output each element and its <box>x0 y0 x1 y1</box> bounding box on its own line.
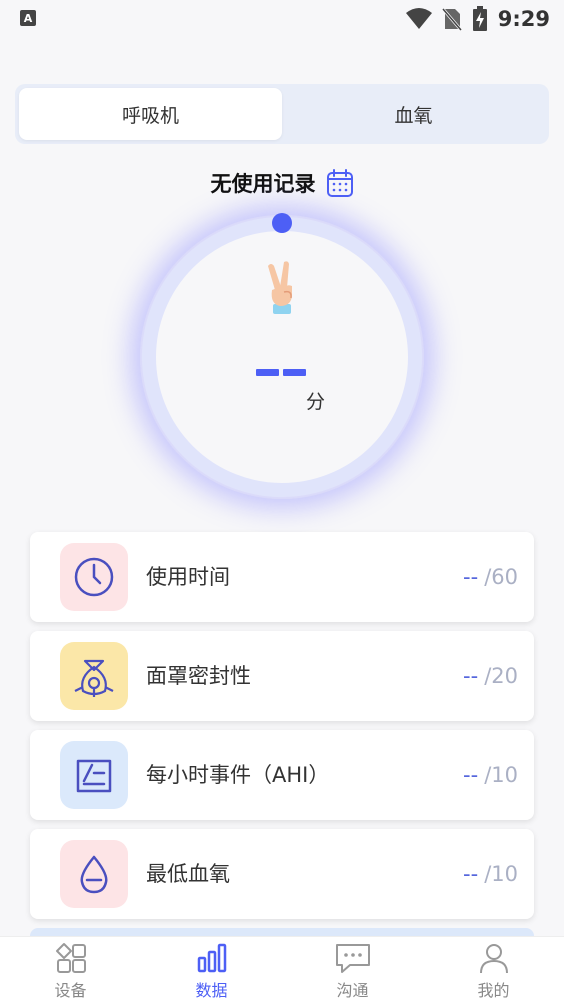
nav-item-profile[interactable]: 我的 <box>423 937 564 1002</box>
no-sim-icon <box>441 8 462 31</box>
metric-card-ahi[interactable]: 每小时事件（AHI） --/10 <box>30 730 534 820</box>
metric-label: 每小时事件（AHI） <box>146 763 330 787</box>
metric-card-mask-seal[interactable]: 面罩密封性 --/20 <box>30 631 534 721</box>
metric-card-usage-time[interactable]: 使用时间 --/60 <box>30 532 534 622</box>
nav-label: 数据 <box>195 981 228 1000</box>
notification-icon: A <box>20 10 36 26</box>
ring-track <box>142 217 422 497</box>
clock-icon <box>60 543 128 611</box>
calendar-icon[interactable] <box>326 168 354 198</box>
status-time: 9:29 <box>497 7 550 31</box>
nav-label: 我的 <box>477 981 510 1000</box>
metric-label: 最低血氧 <box>146 862 230 886</box>
usage-ring: 分 <box>140 213 424 499</box>
mask-icon <box>60 642 128 710</box>
record-header: 无使用记录 <box>0 166 564 200</box>
metric-score: --/20 <box>463 664 518 688</box>
nav-label: 沟通 <box>336 981 369 1000</box>
ring-progress-dot <box>272 213 292 233</box>
metric-score: --/60 <box>463 565 518 589</box>
metric-card-lowest-oxygen[interactable]: 最低血氧 --/10 <box>30 829 534 919</box>
metric-label: 面罩密封性 <box>146 664 251 688</box>
status-bar: A 9:29 <box>0 0 564 40</box>
record-status-title: 无使用记录 <box>210 172 316 196</box>
metric-score: --/10 <box>463 763 518 787</box>
tab-blood-oxygen[interactable]: 血氧 <box>282 88 545 140</box>
status-icons: 9:29 <box>405 6 550 32</box>
bar-chart-icon <box>197 943 226 973</box>
chat-icon <box>335 944 370 973</box>
usage-unit: 分 <box>306 391 326 413</box>
chart-icon <box>60 741 128 809</box>
metric-label: 使用时间 <box>146 565 230 589</box>
usage-value-dash <box>256 369 279 376</box>
usage-value-dash <box>283 369 306 376</box>
device-tabs: 呼吸机 血氧 <box>15 84 549 144</box>
victory-hand-icon <box>268 261 292 314</box>
grid-icon <box>55 943 86 973</box>
usage-value <box>256 369 306 377</box>
nav-item-chat[interactable]: 沟通 <box>282 937 423 1002</box>
bottom-nav: 设备 数据 沟通 我的 <box>0 936 564 1002</box>
nav-label: 设备 <box>54 981 87 1000</box>
nav-item-data[interactable]: 数据 <box>141 937 282 1002</box>
user-icon <box>479 944 508 974</box>
metric-score: --/10 <box>463 862 518 886</box>
drop-icon <box>60 840 128 908</box>
nav-item-device[interactable]: 设备 <box>0 937 141 1002</box>
wifi-icon <box>405 8 432 29</box>
tab-ventilator[interactable]: 呼吸机 <box>19 88 282 140</box>
battery-charging-icon <box>472 6 487 31</box>
